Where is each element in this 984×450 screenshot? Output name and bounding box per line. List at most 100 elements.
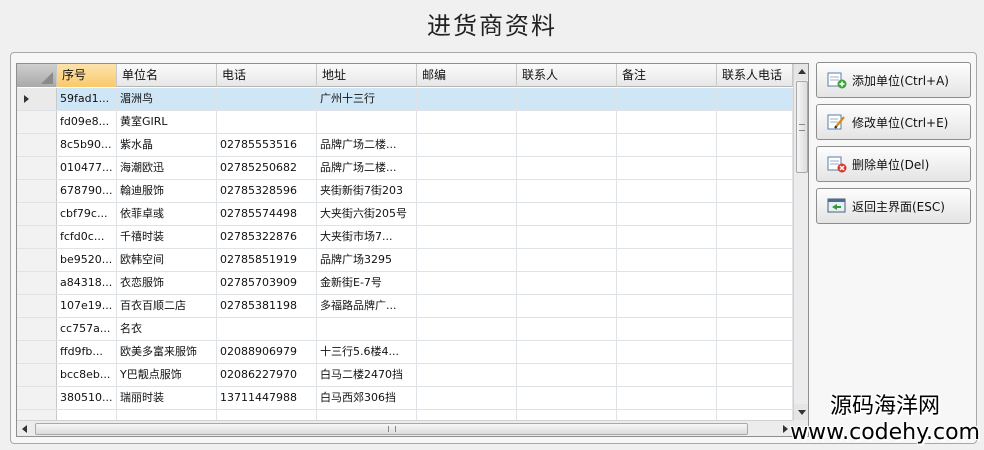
cell-postcode[interactable]	[417, 295, 517, 317]
cell-unit-name[interactable]: Y巴靓点服饰	[117, 364, 217, 386]
cell-postcode[interactable]	[417, 249, 517, 271]
row-header[interactable]	[17, 134, 57, 156]
cell-contact[interactable]	[517, 249, 617, 271]
cell-address[interactable]: 白马西郊306挡	[317, 387, 417, 409]
cell-remark[interactable]	[617, 318, 717, 340]
cell-phone[interactable]: 02785851919	[217, 249, 317, 271]
supplier-grid[interactable]: 序号 单位名 电话 地址 邮编 联系人 备注 联系人电话 59fad1... 湄洲…	[16, 63, 809, 437]
table-row[interactable]: a84318... 衣恋服饰 02785703909 金新街E-7号	[17, 272, 793, 295]
cell-address[interactable]: 夹街新街7街203	[317, 180, 417, 202]
cell-unit-name[interactable]: 紫水晶	[117, 134, 217, 156]
cell-address[interactable]: 金新街E-7号	[317, 272, 417, 294]
cell-unit-name[interactable]: 瑞丽时装	[117, 387, 217, 409]
cell-unit-name[interactable]: 黄室GIRL	[117, 111, 217, 133]
cell-index[interactable]: be9520...	[57, 249, 117, 271]
cell-contact-phone[interactable]	[717, 134, 793, 156]
column-header-contact[interactable]: 联系人	[517, 64, 617, 87]
cell-postcode[interactable]	[417, 341, 517, 363]
cell-postcode[interactable]	[417, 88, 517, 110]
column-header-index[interactable]: 序号	[57, 64, 117, 87]
cell-unit-name[interactable]: 翰迪服饰	[117, 180, 217, 202]
table-row[interactable]: 8c5b90... 紫水晶 02785553516 品牌广场二楼...	[17, 134, 793, 157]
cell-postcode[interactable]	[417, 134, 517, 156]
cell-address[interactable]: 广州十三行	[317, 88, 417, 110]
cell-unit-name[interactable]: 名衣	[117, 318, 217, 340]
cell-remark[interactable]	[617, 387, 717, 409]
column-header-address[interactable]: 地址	[317, 64, 417, 87]
cell-address[interactable]: 十三行5.6楼4...	[317, 341, 417, 363]
cell-index[interactable]: cc757a...	[57, 318, 117, 340]
cell-contact-phone[interactable]	[717, 272, 793, 294]
cell-index[interactable]: ffd9fb...	[57, 341, 117, 363]
row-header[interactable]	[17, 272, 57, 294]
add-unit-button[interactable]: 添加单位(Ctrl+A)	[816, 62, 971, 98]
cell-address[interactable]	[317, 111, 417, 133]
cell-remark[interactable]	[617, 272, 717, 294]
cell-phone[interactable]	[217, 318, 317, 340]
row-header[interactable]	[17, 318, 57, 340]
cell-address[interactable]	[317, 318, 417, 340]
cell-index[interactable]: fcfd0c...	[57, 226, 117, 248]
table-row[interactable]: 380510... 瑞丽时装 13711447988 白马西郊306挡	[17, 387, 793, 410]
cell-remark[interactable]	[617, 203, 717, 225]
cell-postcode[interactable]	[417, 111, 517, 133]
table-row[interactable]: fd09e8... 黄室GIRL	[17, 111, 793, 134]
table-row[interactable]: 010477... 海潮欧迅 02785250682 品牌广场二楼...	[17, 157, 793, 180]
row-header[interactable]	[17, 203, 57, 225]
cell-remark[interactable]	[617, 111, 717, 133]
cell-phone[interactable]: 13711447988	[217, 387, 317, 409]
cell-contact[interactable]	[517, 111, 617, 133]
cell-contact[interactable]	[517, 203, 617, 225]
cell-remark[interactable]	[617, 134, 717, 156]
row-header[interactable]	[17, 387, 57, 409]
cell-contact[interactable]	[517, 341, 617, 363]
cell-phone[interactable]: 02086227970	[217, 364, 317, 386]
cell-index[interactable]: fd09e8...	[57, 111, 117, 133]
cell-postcode[interactable]	[417, 387, 517, 409]
cell-index[interactable]: 010477...	[57, 157, 117, 179]
cell-index[interactable]: cbf79c...	[57, 203, 117, 225]
vertical-scroll-thumb[interactable]	[796, 81, 808, 173]
cell-remark[interactable]	[617, 364, 717, 386]
cell-remark[interactable]	[617, 180, 717, 202]
column-header-phone[interactable]: 电话	[217, 64, 317, 87]
cell-contact[interactable]	[517, 226, 617, 248]
cell-unit-name[interactable]: 海潮欧迅	[117, 157, 217, 179]
cell-remark[interactable]	[617, 226, 717, 248]
cell-contact-phone[interactable]	[717, 364, 793, 386]
row-header[interactable]	[17, 157, 57, 179]
cell-postcode[interactable]	[417, 180, 517, 202]
cell-unit-name[interactable]: 衣恋服饰	[117, 272, 217, 294]
cell-contact-phone[interactable]	[717, 111, 793, 133]
cell-contact-phone[interactable]	[717, 226, 793, 248]
scroll-up-arrow-icon[interactable]	[794, 64, 808, 80]
row-header[interactable]	[17, 180, 57, 202]
cell-postcode[interactable]	[417, 157, 517, 179]
cell-phone[interactable]: 02785328596	[217, 180, 317, 202]
delete-unit-button[interactable]: 删除单位(Del)	[816, 146, 971, 182]
cell-index[interactable]: 107e19...	[57, 295, 117, 317]
horizontal-scrollbar[interactable]	[17, 420, 793, 436]
row-header[interactable]	[17, 249, 57, 271]
table-row[interactable]: 107e19... 百衣百顺二店 02785381198 多福路品牌广...	[17, 295, 793, 318]
cell-index[interactable]: 59fad1...	[57, 88, 117, 110]
cell-phone[interactable]	[217, 88, 317, 110]
table-row[interactable]: be9520... 欧韩空间 02785851919 品牌广场3295	[17, 249, 793, 272]
cell-phone[interactable]: 02088906979	[217, 341, 317, 363]
row-header[interactable]	[17, 111, 57, 133]
cell-contact-phone[interactable]	[717, 387, 793, 409]
horizontal-scroll-thumb[interactable]	[35, 423, 748, 435]
table-row[interactable]: fcfd0c... 千禧时装 02785322876 大夹街市场7...	[17, 226, 793, 249]
cell-address[interactable]: 大夹街六街205号	[317, 203, 417, 225]
cell-index[interactable]: a84318...	[57, 272, 117, 294]
cell-postcode[interactable]	[417, 226, 517, 248]
cell-contact[interactable]	[517, 387, 617, 409]
edit-unit-button[interactable]: 修改单位(Ctrl+E)	[816, 104, 971, 140]
cell-remark[interactable]	[617, 88, 717, 110]
cell-phone[interactable]	[217, 111, 317, 133]
back-to-main-button[interactable]: 返回主界面(ESC)	[816, 188, 971, 224]
cell-contact[interactable]	[517, 88, 617, 110]
row-header[interactable]	[17, 295, 57, 317]
cell-contact[interactable]	[517, 318, 617, 340]
cell-unit-name[interactable]: 千禧时装	[117, 226, 217, 248]
